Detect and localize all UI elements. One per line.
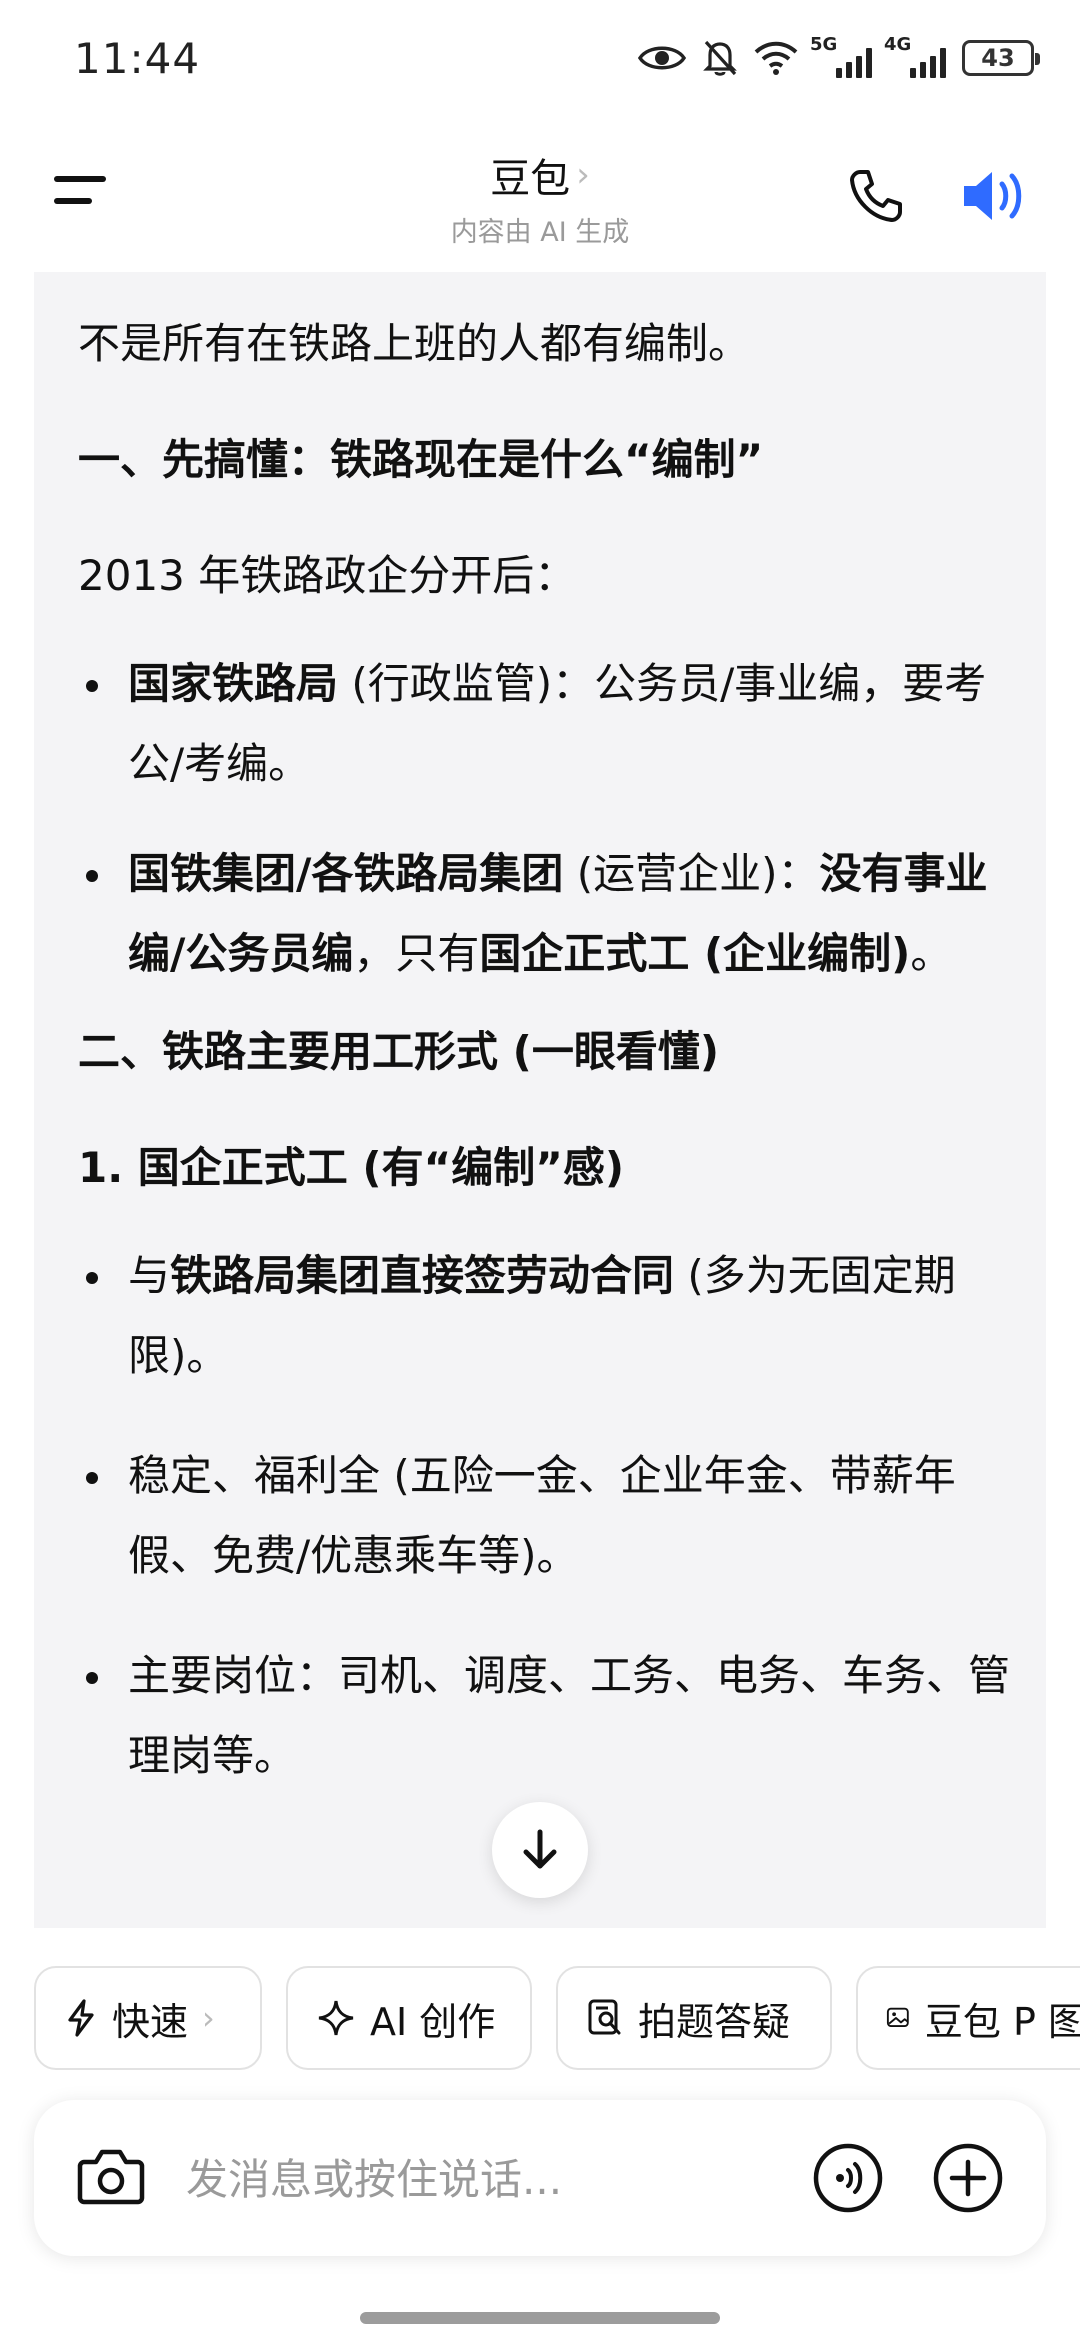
scroll-to-bottom-button[interactable]	[492, 1802, 588, 1898]
battery-icon: 43	[962, 40, 1040, 76]
status-icons: 5G 4G 43	[638, 34, 1040, 80]
menu-icon-line	[54, 198, 92, 204]
message-input-bar	[34, 2100, 1046, 2256]
image-edit-icon	[886, 2007, 909, 2028]
status-time: 11:44	[74, 34, 201, 83]
arrow-down-icon	[523, 1829, 557, 1869]
ai-disclaimer: 内容由 AI 生成	[450, 217, 630, 248]
chip-fast[interactable]: 快速 ›	[34, 1966, 262, 2070]
list-item: 稳定、福利全 (五险一金、企业年金、带薪年假、免费/优惠乘车等)。	[78, 1436, 1024, 1596]
chip-photo-question[interactable]: 拍题答疑	[556, 1966, 832, 2070]
chip-label: 拍题答疑	[638, 1999, 791, 2044]
camera-icon	[77, 2149, 145, 2205]
list-item: 国铁集团/各铁路局集团 (运营企业)：没有事业编/公务员编，只有国企正式工 (企…	[78, 834, 1024, 994]
lightning-icon	[68, 1999, 94, 2037]
bold-text: 国铁集团/各铁路局集团	[128, 849, 564, 898]
chip-image-edit[interactable]: 豆包 P 图	[856, 1966, 1080, 2070]
section1-lead: 2013 年铁路政企分开后：	[78, 551, 577, 600]
phone-call-button[interactable]	[846, 166, 906, 226]
chevron-right-icon: ›	[202, 1999, 215, 2037]
phone-icon	[850, 170, 902, 222]
eye-icon	[638, 46, 686, 70]
bold-text: 国家铁路局	[128, 659, 339, 708]
section2-heading: 二、铁路主要用工形式 (一眼看懂)	[78, 1027, 720, 1076]
status-bar: 11:44 5G 4G 43	[0, 0, 1080, 120]
signal-5g-icon: 5G	[810, 34, 872, 78]
chip-label: 快速	[112, 1999, 189, 2044]
voice-wave-icon	[813, 2143, 883, 2213]
page-title: 豆包	[490, 156, 571, 202]
list-item-text: (运营企业)：	[563, 849, 820, 898]
chip-ai-create[interactable]: AI 创作	[286, 1966, 532, 2070]
menu-button[interactable]	[48, 168, 116, 218]
list-item: 与铁路局集团直接签劳动合同 (多为无固定期限)。	[78, 1236, 1024, 1396]
home-indicator[interactable]	[360, 2312, 720, 2324]
list-item-text: 与	[128, 1251, 171, 1300]
list-item-text: 稳定、福利全 (五险一金、企业年金、带薪年假、免费/优惠乘车等)。	[128, 1451, 956, 1580]
quick-action-chips: 快速 › AI 创作 拍题答疑 豆包 P 图	[34, 1966, 1080, 2070]
message-input[interactable]	[186, 2148, 656, 2210]
sparkle-icon	[318, 2000, 354, 2036]
signal-4g-icon: 4G	[884, 34, 946, 78]
screen: 11:44 5G 4G 43 豆包 › 内容由 AI 生成 不是所有在铁路上班的…	[0, 0, 1080, 2340]
photo-question-icon	[588, 1999, 621, 2035]
chat-header: 豆包 › 内容由 AI 生成	[0, 120, 1080, 270]
list-item: 国家铁路局 (行政监管)：公务员/事业编，要考公/考编。	[78, 644, 1024, 804]
bold-text: 铁路局集团直接签劳动合同	[170, 1251, 675, 1300]
speaker-icon	[964, 172, 1022, 220]
title-area[interactable]: 豆包 › 内容由 AI 生成	[340, 146, 740, 249]
chip-label: AI 创作	[370, 1999, 496, 2044]
message-content: 不是所有在铁路上班的人都有编制。 一、先搞懂：铁路现在是什么“编制” 2013 …	[78, 316, 1024, 1796]
add-attachment-button[interactable]	[932, 2142, 1004, 2214]
chevron-right-icon: ›	[576, 155, 590, 195]
chat-message-panel[interactable]: 不是所有在铁路上班的人都有编制。 一、先搞懂：铁路现在是什么“编制” 2013 …	[34, 272, 1046, 1928]
bell-muted-icon	[703, 40, 737, 76]
chip-label: 豆包 P 图	[924, 1999, 1080, 2044]
list-item-text: ，只有	[353, 929, 480, 978]
menu-icon	[54, 176, 106, 182]
list-item-text: 主要岗位：司机、调度、工务、电务、车务、管理岗等。	[128, 1651, 1011, 1780]
bold-text: 国企正式工 (企业编制)	[479, 929, 911, 978]
section1-heading: 一、先搞懂：铁路现在是什么“编制”	[78, 435, 764, 484]
camera-button[interactable]	[76, 2144, 146, 2208]
list-item-text: 。	[910, 929, 953, 978]
list-item: 主要岗位：司机、调度、工务、电务、车务、管理岗等。	[78, 1636, 1024, 1796]
speaker-button[interactable]	[960, 164, 1030, 228]
subsection1-heading: 1. 国企正式工 (有“编制”感)	[78, 1143, 625, 1192]
wifi-icon	[754, 41, 798, 75]
intro-text: 不是所有在铁路上班的人都有编制。	[78, 319, 751, 368]
voice-input-button[interactable]	[812, 2142, 884, 2214]
battery-level: 43	[981, 44, 1015, 72]
plus-icon	[933, 2143, 1003, 2213]
